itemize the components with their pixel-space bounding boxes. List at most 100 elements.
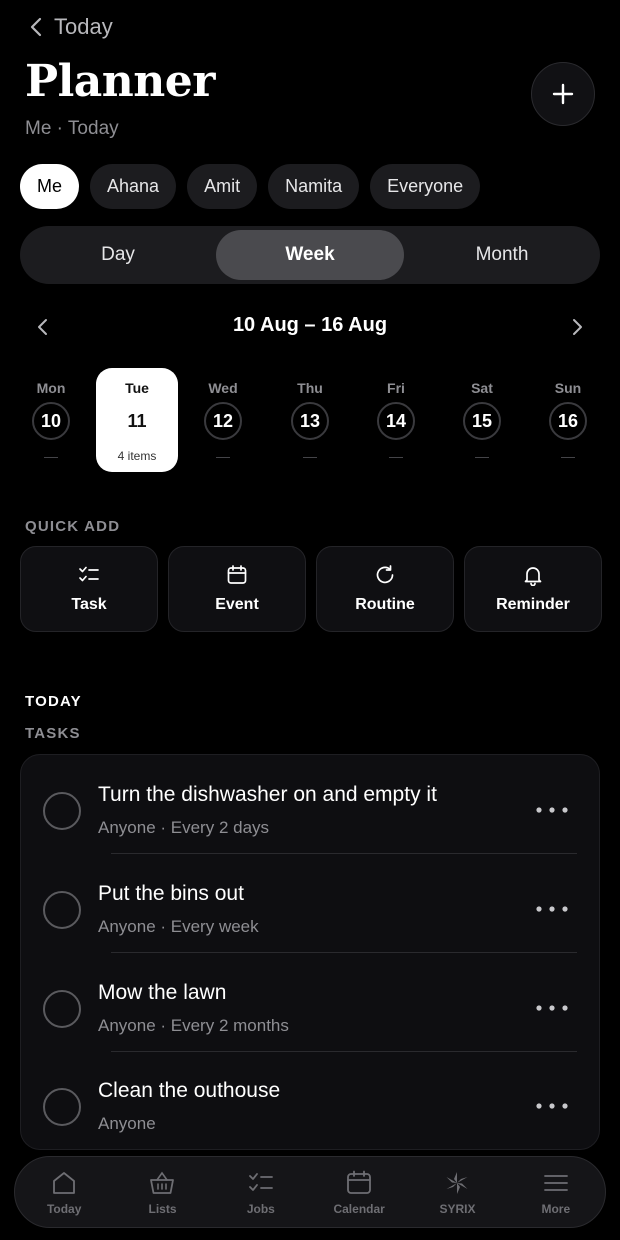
task-list: Turn the dishwasher on and empty it Anyo… [20, 754, 600, 1150]
today-heading: TODAY [25, 693, 82, 710]
back-label: Today [54, 14, 113, 39]
bottom-tab-bar: Today Lists Jobs Calendar SYRIX More [14, 1156, 606, 1228]
page-subtitle: Me · Today [25, 118, 119, 139]
day-sun[interactable]: Sun 16 — [527, 368, 609, 472]
day-marker: — [216, 448, 230, 464]
refresh-icon [376, 565, 394, 584]
checklist-icon [248, 1172, 273, 1191]
view-mode-toggle: Day Week Month [20, 226, 600, 284]
task-subtitle: Anyone · Every 2 months [98, 1016, 289, 1035]
task-title: Put the bins out [98, 882, 244, 905]
task-complete-checkbox[interactable] [43, 891, 81, 929]
tab-label: Today [46, 1201, 82, 1216]
day-item-count: 4 items [117, 449, 157, 463]
person-chip-everyone[interactable]: Everyone [370, 164, 481, 209]
quick-add-reminder-button[interactable]: Reminder [464, 546, 602, 632]
task-complete-checkbox[interactable] [43, 1088, 81, 1126]
back-button[interactable]: Today [28, 14, 113, 40]
more-options-icon[interactable] [535, 1102, 569, 1110]
quick-add-row: Task Event Routine Reminder [20, 546, 602, 632]
task-row[interactable]: Mow the lawn Anyone · Every 2 months [21, 959, 599, 1057]
week-day-strip: Mon 10 — Tue 11 4 items Wed 12 — Thu 13 … [8, 366, 612, 476]
task-divider [111, 952, 577, 953]
syrix-logo-icon [446, 1171, 468, 1194]
quick-add-label: Reminder [496, 596, 570, 613]
quick-add-task-button[interactable]: Task [20, 546, 158, 632]
quick-add-label: Task [71, 596, 107, 613]
tab-jobs[interactable]: Jobs [212, 1157, 310, 1227]
chevron-left-icon [30, 17, 42, 37]
day-date: 14 [377, 402, 415, 440]
day-wed[interactable]: Wed 12 — [182, 368, 264, 472]
task-subtitle: Anyone · Every week [98, 917, 259, 936]
next-week-button[interactable] [570, 316, 584, 338]
calendar-icon [347, 1170, 372, 1194]
tab-today[interactable]: Today [15, 1157, 113, 1227]
person-chip-namita[interactable]: Namita [268, 164, 360, 209]
day-sat[interactable]: Sat 15 — [441, 368, 523, 472]
tab-syrix[interactable]: SYRIX [408, 1157, 506, 1227]
day-of-week: Sat [471, 380, 493, 396]
person-chip-amit[interactable]: Amit [187, 164, 258, 209]
view-mode-month[interactable]: Month [408, 230, 596, 280]
day-date: 15 [463, 402, 501, 440]
task-title: Clean the outhouse [98, 1079, 281, 1102]
task-subtitle: Anyone · Every 2 days [98, 818, 270, 837]
day-marker: — [389, 448, 403, 464]
tab-calendar[interactable]: Calendar [310, 1157, 408, 1227]
menu-icon [543, 1174, 568, 1191]
tab-more[interactable]: More [507, 1157, 605, 1227]
task-list-icon [79, 566, 99, 582]
add-button[interactable] [531, 62, 595, 126]
task-row[interactable]: Clean the outhouse Anyone [21, 1057, 599, 1149]
page-title: Planner [25, 56, 215, 107]
home-icon [53, 1171, 76, 1194]
task-subtitle: Anyone [98, 1114, 156, 1133]
people-filter: Me Ahana Amit Namita Everyone [20, 164, 481, 209]
tab-label: SYRIX [439, 1201, 476, 1216]
calendar-icon [227, 565, 247, 584]
week-navigator: 10 Aug – 16 Aug [0, 306, 620, 348]
tab-label: Calendar [333, 1201, 385, 1216]
person-chip-ahana[interactable]: Ahana [90, 164, 177, 209]
day-mon[interactable]: Mon 10 — [10, 368, 92, 472]
day-thu[interactable]: Thu 13 — [269, 368, 351, 472]
day-of-week: Fri [387, 380, 405, 396]
day-tue[interactable]: Tue 11 4 items [96, 368, 178, 472]
tab-lists[interactable]: Lists [113, 1157, 211, 1227]
day-of-week: Mon [36, 380, 66, 396]
day-date: 16 [549, 402, 587, 440]
day-date: 13 [291, 402, 329, 440]
basket-icon [150, 1171, 175, 1194]
view-mode-day[interactable]: Day [24, 230, 212, 280]
week-range-label: 10 Aug – 16 Aug [232, 314, 388, 336]
more-options-icon[interactable] [535, 905, 569, 913]
more-options-icon[interactable] [535, 806, 569, 814]
more-options-icon[interactable] [535, 1004, 569, 1012]
day-of-week: Sun [554, 380, 582, 396]
quick-add-event-button[interactable]: Event [168, 546, 306, 632]
task-complete-checkbox[interactable] [43, 990, 81, 1028]
task-title: Mow the lawn [98, 981, 227, 1004]
task-row[interactable]: Turn the dishwasher on and empty it Anyo… [21, 761, 599, 859]
bell-icon [524, 567, 542, 586]
task-divider [111, 853, 577, 854]
tab-label: Jobs [246, 1201, 275, 1216]
day-fri[interactable]: Fri 14 — [355, 368, 437, 472]
view-mode-week[interactable]: Week [216, 230, 404, 280]
quick-add-heading: QUICK ADD [25, 518, 121, 535]
quick-add-routine-button[interactable]: Routine [316, 546, 454, 632]
day-marker: — [561, 448, 575, 464]
task-row[interactable]: Put the bins out Anyone · Every week [21, 860, 599, 958]
day-date: 10 [32, 402, 70, 440]
task-complete-checkbox[interactable] [43, 792, 81, 830]
quick-add-label: Event [215, 596, 259, 613]
plus-icon [552, 83, 574, 105]
day-marker: — [303, 448, 317, 464]
task-title: Turn the dishwasher on and empty it [98, 783, 437, 806]
tab-label: More [541, 1201, 571, 1216]
day-of-week: Tue [125, 380, 149, 396]
quick-add-label: Routine [355, 596, 415, 613]
day-marker: — [44, 448, 58, 464]
person-chip-me[interactable]: Me [20, 164, 80, 209]
